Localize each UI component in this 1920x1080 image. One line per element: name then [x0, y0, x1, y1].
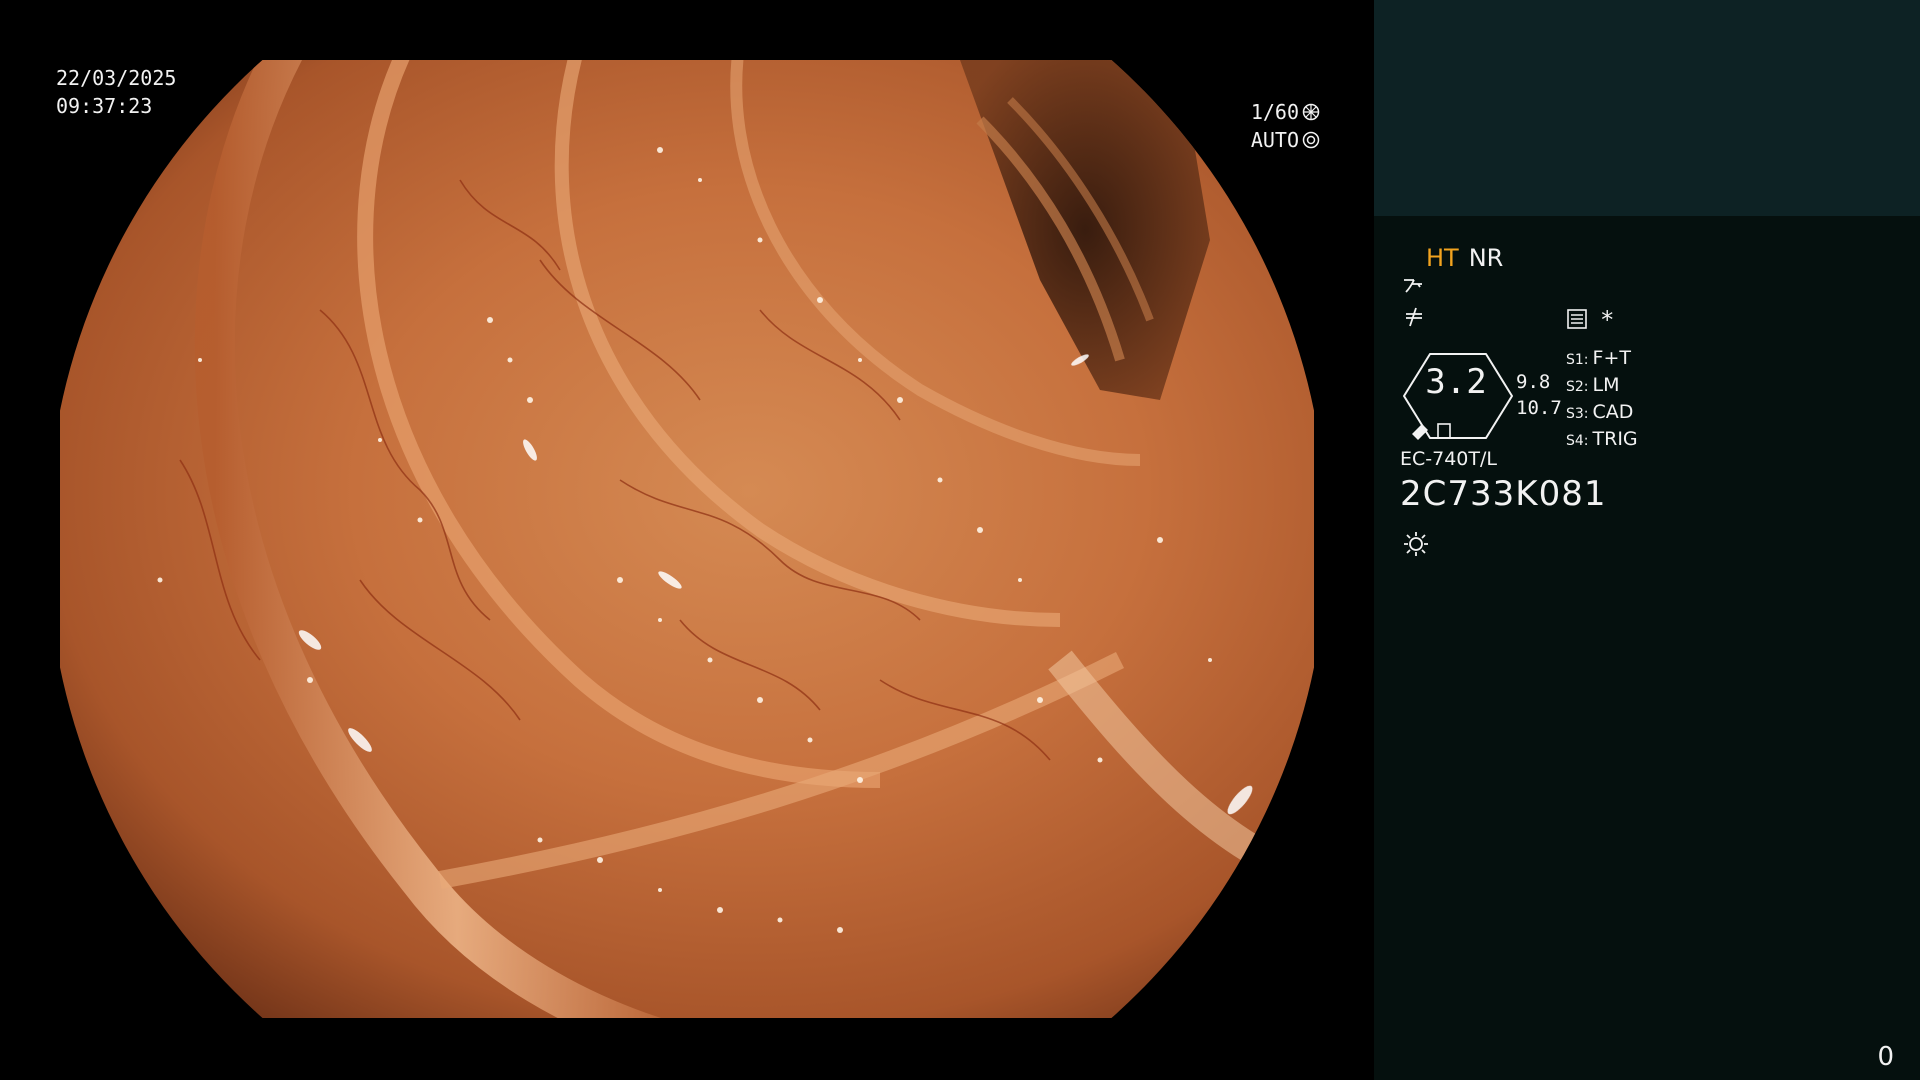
date-time-readout: 22/03/2025 09:37:23: [56, 64, 176, 120]
frame-counter: 0: [1877, 1042, 1894, 1072]
side-value-bottom: 10.7: [1516, 397, 1562, 419]
mode-ht: HT: [1426, 244, 1459, 272]
gauge-value: 3.2: [1425, 362, 1487, 402]
light-icon: [1404, 532, 1428, 556]
enhance-icon: [1404, 279, 1422, 293]
iris-text: AUTO: [1250, 128, 1299, 152]
switch-row: S3: CAD: [1566, 401, 1634, 423]
switch-row: S1: F+T: [1566, 347, 1631, 369]
asterisk-indicator: *: [1600, 306, 1615, 334]
iris-row: AUTO: [1251, 126, 1320, 154]
endoscopic-image: [60, 60, 1314, 1018]
gauge-side-values: 9.8 10.7: [1516, 369, 1562, 421]
scope-serial: 2C733K081: [1400, 474, 1607, 514]
iris-icon: [1302, 131, 1320, 149]
info-panel-header: [1374, 0, 1920, 216]
processor-status: HT NR * 3.2 9.8 10.7 S1: F+T S2: LM S3: CAD …: [1374, 216, 1920, 1080]
scope-model: EC-740T/L: [1400, 448, 1497, 470]
side-value-top: 9.8: [1516, 371, 1551, 393]
color-icon: [1406, 307, 1422, 327]
image-modes: HT NR: [1426, 244, 1503, 272]
switch-row: S4: TRIG: [1566, 428, 1638, 450]
endoscope-view: 22/03/2025 09:37:23 1/60 AUTO: [0, 0, 1374, 1080]
shutter-text: 1/60: [1250, 100, 1299, 124]
shutter-icon: [1302, 103, 1320, 121]
mode-nr: NR: [1468, 244, 1504, 272]
switch-row: S2: LM: [1566, 374, 1620, 396]
time-text: 09:37:23: [56, 94, 153, 118]
shutter-row: 1/60: [1251, 98, 1320, 126]
menu-icon: [1567, 309, 1587, 329]
exposure-readout: 1/60 AUTO: [1251, 98, 1320, 154]
switch-assignments: S1: F+T S2: LM S3: CAD S4: TRIG: [1566, 346, 1638, 454]
date-text: 22/03/2025: [56, 66, 177, 90]
